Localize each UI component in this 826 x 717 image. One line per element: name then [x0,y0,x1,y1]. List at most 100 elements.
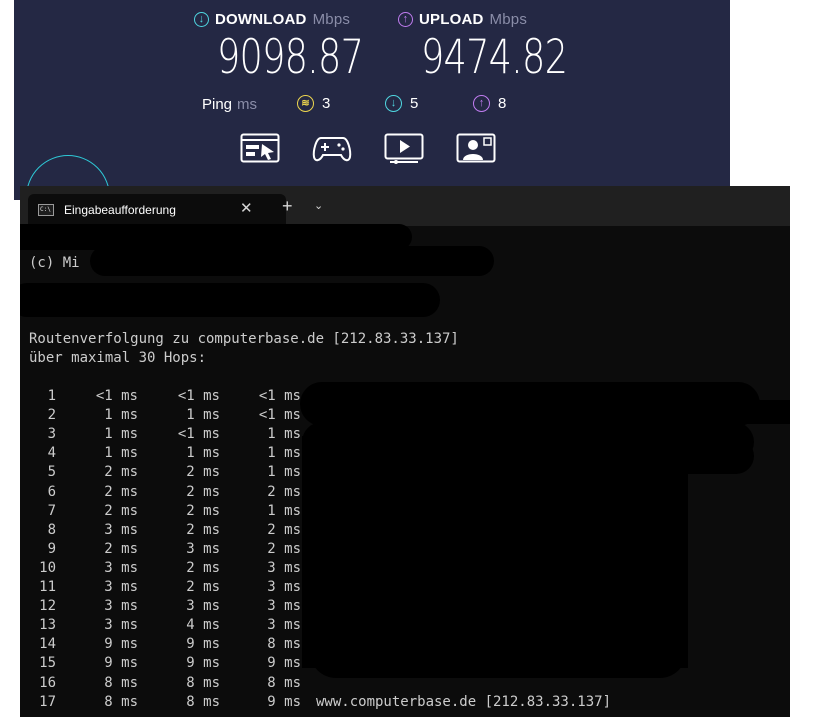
hop-number: 4 [47,445,56,462]
hop-time-2: 2 ms [186,464,220,481]
hop-time-3: 1 ms [267,502,301,519]
redaction-mark [310,626,686,678]
video-call-icon[interactable]: ●●●●● [456,133,496,173]
upload-value: 9474.82 [421,30,568,85]
hop-time-2: 3 ms [186,540,220,557]
hop-time-3: 3 ms [267,559,301,576]
hop-time-3: 1 ms [267,426,301,443]
hop-time-3: <1 ms [258,407,301,424]
ping-upload-value: 8 [498,95,507,112]
hop-time-3: 9 ms [267,693,301,710]
terminal-window: C:\ Eingabeaufforderung ✕ + ⌄ (c) Mi Rou… [20,186,790,717]
hop-time-3: 3 ms [267,579,301,595]
tab-title: Eingabeaufforderung [64,203,176,217]
hop-time-3: 8 ms [267,674,301,691]
ping-idle: ≋ 3 [297,95,330,112]
hop-time-2: <1 ms [177,388,220,404]
hop-number: 10 [39,559,56,576]
video-streaming-icon[interactable]: ●●●●● [384,133,424,173]
hop-time-2: 8 ms [186,674,220,691]
hop-time-2: 8 ms [186,693,220,710]
hop-time-3: 1 ms [267,464,301,481]
redaction-mark [90,246,494,276]
hop-time-2: 9 ms [186,655,220,672]
idle-latency-icon: ≋ [297,95,314,112]
hop-time-1: <1 ms [95,388,138,404]
hop-time-1: 2 ms [104,464,138,481]
tab-dropdown-button[interactable]: ⌄ [314,199,323,212]
hop-time-1: 2 ms [104,483,138,500]
hop-time-3: 2 ms [267,483,301,500]
hop-host: www.computerbase.de [212.83.33.137] [316,693,612,710]
hop-number: 3 [47,426,56,443]
hop-time-2: <1 ms [177,426,220,443]
hop-number: 16 [39,674,56,691]
ping-idle-value: 3 [322,95,331,112]
download-header: ↓ DOWNLOAD Mbps [194,11,350,28]
tab-eingabeaufforderung[interactable]: C:\ Eingabeaufforderung ✕ [28,194,286,226]
upload-header: ↑ UPLOAD Mbps [398,11,527,28]
hop-number: 15 [39,655,56,672]
download-label: DOWNLOAD [215,11,307,28]
hop-time-2: 2 ms [186,483,220,500]
hop-time-2: 9 ms [186,636,220,653]
hop-time-3: 2 ms [267,540,301,557]
hop-time-1: 3 ms [104,521,138,538]
hop-time-3: 3 ms [267,617,301,634]
hop-time-1: 3 ms [104,617,138,634]
download-value: 9098.87 [217,30,364,85]
hop-time-2: 2 ms [186,521,220,538]
new-tab-button[interactable]: + [282,197,293,215]
upload-arrow-icon: ↑ [398,12,413,27]
hop-time-1: 1 ms [104,445,138,462]
hop-time-1: 8 ms [104,693,138,710]
redaction-mark [670,400,790,424]
hop-time-1: 3 ms [104,598,138,615]
tab-close-icon[interactable]: ✕ [240,199,253,217]
hop-time-1: 2 ms [104,540,138,557]
hop-number: 7 [47,502,56,519]
speedtest-panel: ↓ DOWNLOAD Mbps 9098.87 ↑ UPLOAD Mbps 94… [14,0,730,200]
hop-time-3: 8 ms [267,636,301,653]
hop-number: 2 [47,407,56,424]
gamepad-icon[interactable]: ●●●●● [312,133,352,173]
hop-time-3: 1 ms [267,445,301,462]
browsing-icon[interactable]: ●●●●● [240,133,280,173]
download-latency-icon: ↓ [385,95,402,112]
hop-time-2: 3 ms [186,598,220,615]
hop-number: 8 [47,521,56,538]
hop-number: 12 [39,598,56,615]
hop-time-2: 1 ms [186,445,220,462]
hop-time-1: 1 ms [104,426,138,443]
hop-time-1: 2 ms [104,502,138,519]
hop-number: 9 [47,540,56,557]
hop-time-1: 8 ms [104,674,138,691]
hop-number: 14 [39,636,56,653]
hop-time-3: 9 ms [267,655,301,672]
hop-time-1: 9 ms [104,655,138,672]
hop-number: 5 [47,464,56,481]
hop-time-2: 2 ms [186,559,220,576]
upload-unit: Mbps [489,11,528,28]
command-prompt-icon: C:\ [38,204,54,216]
hop-time-1: 9 ms [104,636,138,653]
download-arrow-icon: ↓ [194,12,209,27]
hop-time-2: 1 ms [186,407,220,424]
hop-time-2: 2 ms [186,579,220,595]
upload-label: UPLOAD [419,11,484,28]
trace-header: Routenverfolgung zu computerbase.de [212… [29,331,459,347]
hop-time-2: 2 ms [186,502,220,519]
hop-time-1: 3 ms [104,559,138,576]
ping-upload: ↑ 8 [473,95,506,112]
copyright-line: (c) Mi [29,255,80,271]
hop-time-3: <1 ms [258,388,301,404]
hop-time-1: 3 ms [104,579,138,595]
ping-label-group: Ping ms [202,96,257,113]
redaction-mark [302,438,754,474]
ping-download-value: 5 [410,95,419,112]
trace-subheader: über maximal 30 Hops: [29,350,207,366]
hop-time-3: 3 ms [267,598,301,615]
hop-number: 1 [47,388,56,404]
ping-unit: ms [237,96,258,113]
hop-time-1: 1 ms [104,407,138,424]
